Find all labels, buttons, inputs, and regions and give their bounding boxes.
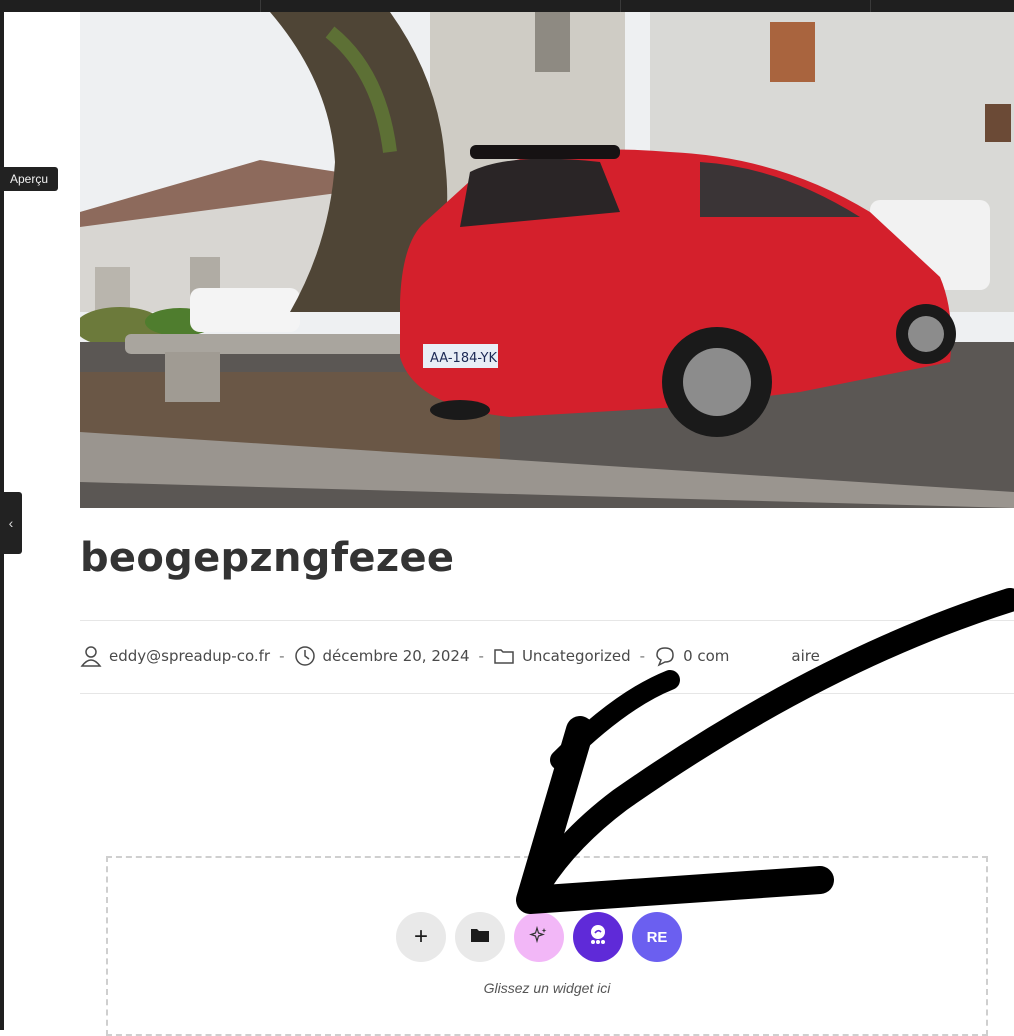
folder-outline-icon — [493, 645, 515, 667]
preview-tooltip: Aperçu — [0, 167, 58, 191]
extension-button[interactable] — [573, 912, 623, 962]
plus-icon: + — [413, 923, 428, 950]
user-icon — [80, 645, 102, 667]
post-meta: eddy@spreadup-co.fr - décembre 20, 2024 … — [80, 643, 820, 669]
ai-assistant-button[interactable] — [514, 912, 564, 962]
divider-bottom — [80, 693, 1014, 694]
collapse-panel-button[interactable]: ‹ — [0, 492, 22, 554]
featured-image: AA-184-YK — [80, 12, 1014, 508]
license-plate-text: AA-184-YK — [430, 351, 497, 366]
re-logo-icon: RE — [646, 928, 668, 946]
add-element-button[interactable]: + — [396, 912, 446, 962]
post-author-link[interactable]: eddy@spreadup-co.fr — [109, 647, 270, 665]
templates-button[interactable] — [455, 912, 505, 962]
post-date: décembre 20, 2024 — [322, 647, 470, 665]
post-category-link[interactable]: Uncategorized — [522, 647, 631, 665]
re-widget-button[interactable]: RE — [632, 912, 682, 962]
top-toolbar — [0, 0, 1014, 12]
post-comments-link-tail[interactable]: aire — [791, 647, 819, 665]
comment-icon — [654, 645, 676, 667]
chevron-left-icon: ‹ — [8, 515, 14, 531]
cloud-icon — [585, 922, 611, 953]
divider-top — [80, 620, 1014, 621]
post-comments-link[interactable]: 0 com — [683, 647, 729, 665]
sparkle-icon — [529, 925, 549, 950]
drop-hint: Glissez un widget ici — [483, 980, 611, 996]
widget-actions: + RE — [396, 912, 682, 962]
post-title: beogepzngfezee — [80, 535, 455, 581]
folder-icon — [470, 927, 490, 948]
clock-icon — [294, 645, 316, 667]
